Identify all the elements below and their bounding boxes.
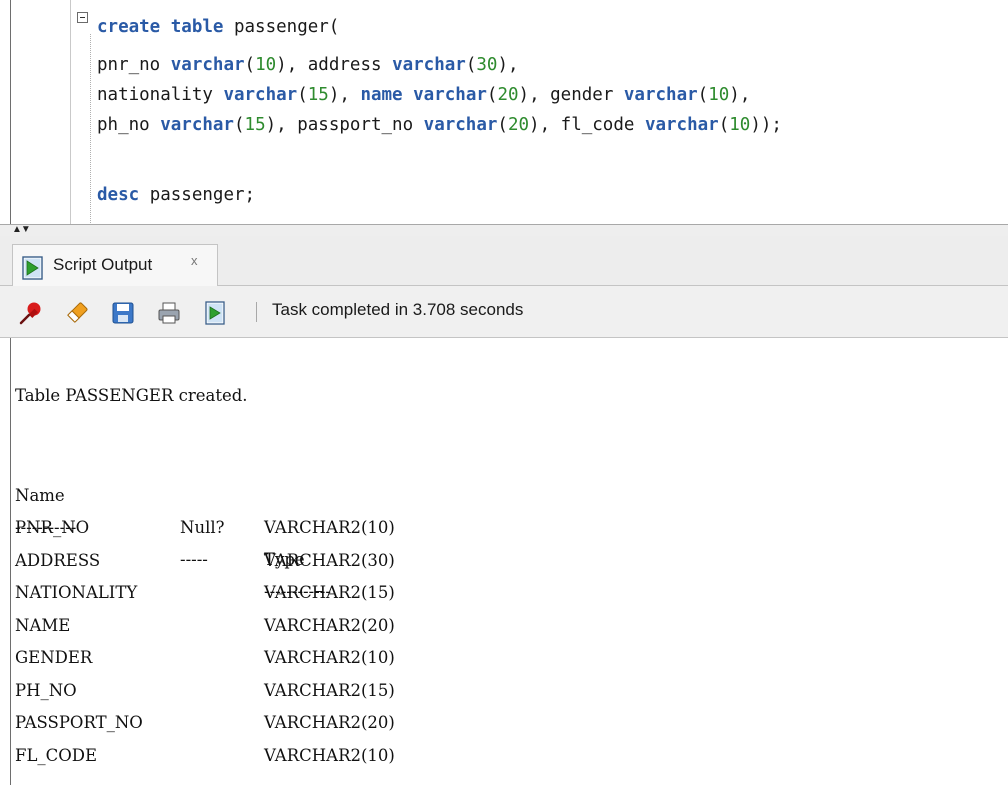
code-keyword: varchar (623, 85, 698, 105)
code-text: passenger; (139, 185, 256, 205)
code-keyword: varchar (170, 55, 245, 75)
column-name: PASSPORT_NO (15, 713, 143, 732)
describe-dash-row: ----------- ----- ------------ (0, 480, 600, 601)
code-text: ( (486, 85, 498, 105)
task-status-text: Task completed in 3.708 seconds (272, 300, 524, 319)
table-row: NATIONALITY VARCHAR2(15) (0, 577, 600, 609)
code-text: ( (244, 55, 256, 75)
code-keyword: table (170, 17, 224, 37)
code-text: ( (465, 55, 477, 75)
code-keyword: varchar (644, 115, 719, 135)
code-keyword: varchar (423, 115, 498, 135)
code-text: ), (497, 55, 519, 75)
toolbar-separator (256, 302, 257, 322)
column-name: PNR_NO (15, 518, 90, 537)
script-output-area[interactable]: Table PASSENGER created. Name Null? Type… (0, 338, 1008, 785)
table-row: FL_CODE VARCHAR2(10) (0, 740, 600, 772)
code-text: nationality (97, 85, 224, 105)
code-number: 20 (507, 115, 530, 135)
eraser-icon[interactable] (64, 300, 90, 331)
code-line[interactable]: nationality varchar(15), name varchar(20… (97, 80, 750, 110)
code-text: ( (497, 115, 508, 135)
code-number: 15 (307, 85, 329, 105)
code-keyword: varchar (223, 85, 298, 105)
column-name: PH_NO (15, 680, 77, 700)
column-type: VARCHAR2(15) (264, 583, 395, 602)
code-text: passenger( (223, 17, 340, 37)
pin-icon[interactable] (18, 300, 44, 331)
column-type: VARCHAR2(30) (264, 550, 395, 570)
code-text: ( (697, 85, 709, 105)
describe-header-row: Name Null? Type (0, 448, 600, 569)
code-text: ph_no (97, 115, 161, 135)
code-text: ), passport_no (265, 115, 424, 135)
created-message: Table PASSENGER created. (15, 386, 248, 405)
column-type: VARCHAR2(10) (264, 518, 395, 537)
code-text: ( (297, 85, 308, 105)
code-line[interactable]: pnr_no varchar(10), address varchar(30), (97, 50, 519, 80)
fold-collapse-icon[interactable] (77, 12, 88, 23)
code-number: 15 (244, 115, 266, 135)
column-name: ADDRESS (15, 550, 101, 570)
code-text: ( (718, 115, 730, 135)
code-line[interactable]: create table passenger( (97, 12, 339, 42)
code-number: 30 (476, 55, 498, 75)
editor-border (10, 0, 11, 225)
code-text: ( (233, 115, 245, 135)
tab-close-icon[interactable]: x (191, 253, 198, 268)
column-name: GENDER (15, 648, 93, 667)
pane-splitter[interactable]: ▲▼ (0, 224, 1008, 236)
code-text: ), (729, 85, 751, 105)
save-icon[interactable] (110, 300, 136, 331)
output-toolbar: Task completed in 3.708 seconds (0, 286, 1008, 338)
column-type: VARCHAR2(10) (264, 648, 395, 667)
tab-script-output[interactable]: Script Output x (12, 244, 218, 286)
code-keyword: varchar (413, 85, 487, 105)
code-number: 10 (255, 55, 277, 75)
table-row: PASSPORT_NO VARCHAR2(20) (0, 707, 600, 739)
table-row: GENDER VARCHAR2(10) (0, 642, 600, 674)
code-keyword: create (97, 17, 161, 37)
split-arrows-icon[interactable]: ▲▼ (12, 225, 31, 235)
code-text: pnr_no (97, 55, 171, 75)
script-output-icon (21, 256, 45, 285)
code-line[interactable]: ph_no varchar(15), passport_no varchar(2… (97, 110, 782, 140)
code-text: ), gender (518, 85, 624, 105)
output-tab-bar: Script Output x (0, 236, 1008, 286)
editor-gutter (70, 0, 71, 225)
column-name: NAME (15, 615, 71, 635)
column-type: VARCHAR2(20) (264, 713, 395, 732)
code-keyword: name (360, 85, 403, 105)
code-number: 20 (497, 85, 519, 105)
code-text: ), address (276, 55, 393, 75)
code-text: )); (750, 115, 782, 135)
fold-guide-line (90, 34, 91, 225)
code-text: ), fl_code (529, 115, 645, 135)
code-text: ), (328, 85, 361, 105)
code-keyword: varchar (160, 115, 234, 135)
column-type: VARCHAR2(10) (264, 745, 395, 765)
code-number: 10 (708, 85, 730, 105)
table-row: ADDRESS VARCHAR2(30) (0, 545, 600, 577)
column-type: VARCHAR2(15) (264, 680, 395, 700)
code-number: 10 (729, 115, 751, 135)
sql-editor[interactable]: create table passenger(pnr_no varchar(10… (0, 0, 1008, 225)
column-name: NATIONALITY (15, 583, 138, 602)
code-keyword: desc (97, 185, 140, 205)
table-row: NAME VARCHAR2(20) (0, 610, 600, 642)
print-icon[interactable] (156, 300, 182, 331)
tab-label: Script Output (53, 255, 153, 274)
table-row: PNR_NO VARCHAR2(10) (0, 512, 600, 544)
table-row: PH_NO VARCHAR2(15) (0, 675, 600, 707)
code-keyword: varchar (392, 55, 466, 75)
column-name: FL_CODE (15, 745, 98, 765)
script-icon[interactable] (202, 300, 228, 331)
column-type: VARCHAR2(20) (264, 615, 395, 635)
code-line[interactable]: desc passenger; (97, 180, 255, 210)
